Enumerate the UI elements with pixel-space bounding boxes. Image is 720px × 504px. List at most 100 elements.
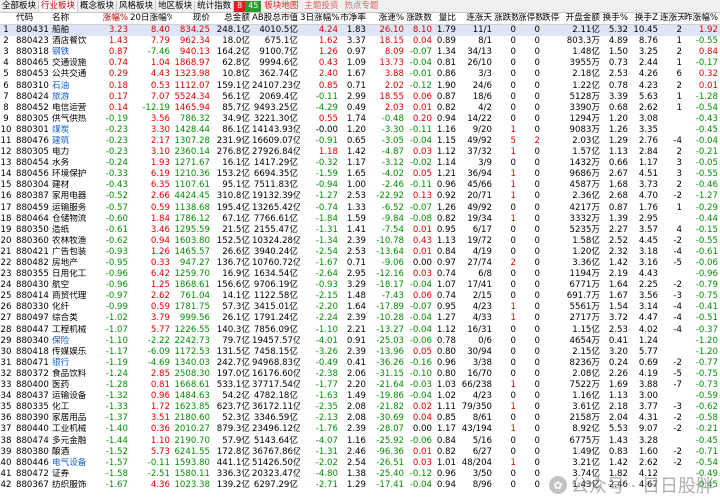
link-sector-map[interactable]: 板块地图 xyxy=(261,1,301,12)
table-cell: 1 xyxy=(510,380,516,391)
column-header[interactable]: 涨跌数 xyxy=(406,13,434,25)
column-header[interactable]: 换手Z xyxy=(630,13,660,25)
table-cell: 36/94 xyxy=(467,169,492,180)
table-row[interactable]: 31 880471 银行 -1.19 -4.69 1340.03 242.7亿 94968.8… xyxy=(0,358,720,369)
table-row[interactable]: 21 880421 广告包装 -0.93 1.26 1465.57 26.6亿 3940.24… xyxy=(0,247,720,258)
column-header[interactable]: 涨速% xyxy=(368,13,406,25)
table-cell: 0.84 xyxy=(698,47,718,58)
column-header[interactable]: 涨跌数 xyxy=(494,13,518,25)
table-row[interactable]: 5 880453 公共交通 0.29 4.43 1323.98 10.8亿 362.74亿 2.… xyxy=(0,69,720,80)
wechat-icon: ✿ xyxy=(548,476,567,494)
table-cell: 1.02 xyxy=(436,391,456,402)
table-cell: 日用化工 xyxy=(52,269,87,280)
table-cell: 62.8亿 xyxy=(222,58,250,69)
table-cell: 交通设施 xyxy=(52,58,87,69)
tab-style-sectors[interactable]: 风格板块 xyxy=(117,0,157,12)
table-row[interactable]: 35 880335 化工 -1.33 1.72 1623.85 623.7亿 36172.11… xyxy=(0,402,720,413)
column-header[interactable]: AB股总市值 xyxy=(252,13,300,25)
table-cell: -0.04 xyxy=(409,58,432,69)
table-cell xyxy=(542,280,560,291)
table-cell: -12.19 xyxy=(142,102,170,113)
table-row[interactable]: 12 880305 电力 -0.23 3.10 2360.14 276.8亿 27926.84… xyxy=(0,147,720,158)
table-row[interactable]: 6 880310 石油 0.18 0.53 1112.07 159.1亿 24107.23亿 0… xyxy=(0,80,720,91)
link-theme-invest[interactable]: 主题投资 xyxy=(301,1,341,12)
table-cell: 1.12 xyxy=(436,324,456,335)
table-row[interactable]: 18 880464 仓储物流 -0.60 1.84 1786.12 67.1亿 7766.61… xyxy=(0,214,720,225)
table-cell: 3.61亿 xyxy=(572,402,600,413)
table-cell: -0.11 xyxy=(147,457,170,468)
table-row[interactable]: 4 880465 交通设施 0.74 1.04 1868.97 62.8亿 9994.6亿 0.… xyxy=(0,58,720,69)
table-row[interactable]: 40 880446 电气设备 -1.57 -0.11 1593.80 441.1亿 51426… xyxy=(0,458,720,469)
table-row[interactable]: 7 880424 旅游 0.17 7.07 5524.34 56.1亿 2069.4亿 -0.1… xyxy=(0,92,720,103)
table-row[interactable]: 2 880423 酒店餐饮 1.43 7.79 962.34 18.0亿 675.1亿 1.62… xyxy=(0,36,720,47)
table-row[interactable]: 38 880474 多元金融 -1.44 1.10 2190.70 57.9亿 5143.64… xyxy=(0,435,720,446)
table-row[interactable]: 3 880318 钢铁 0.87 -7.46 940.13 164.2亿 9100.7亿 1.2… xyxy=(0,47,720,58)
column-header[interactable]: 3日涨幅% xyxy=(300,13,340,25)
column-header[interactable]: 开盘金额 xyxy=(560,13,602,25)
table-row[interactable]: 29 880340 保险 -1.10 -2.22 2242.73 79.7亿 19457.57… xyxy=(0,336,720,347)
column-header[interactable]: 换手% xyxy=(602,13,630,25)
tab-all-sectors[interactable]: 全部板块 xyxy=(0,0,40,12)
table-cell: 1 xyxy=(676,58,682,69)
column-header[interactable]: 市净率 xyxy=(340,13,368,25)
tab-industry-sectors[interactable]: 行业板块 xyxy=(39,0,79,12)
column-header[interactable]: 代码 xyxy=(12,13,50,25)
table-row[interactable]: 20 880360 农林牧渔 -0.62 0.94 1603.80 152.5亿 10324.… xyxy=(0,236,720,247)
table-row[interactable]: 19 880350 造纸 -0.61 3.46 1295.59 21.5亿 2155.47亿 -… xyxy=(0,225,720,236)
column-header[interactable]: 连涨天 xyxy=(660,13,684,25)
table-cell: 0.81 xyxy=(436,58,456,69)
tab-region-sectors[interactable]: 地区板块 xyxy=(156,0,196,12)
table-row[interactable]: 17 880459 运输服务 -0.57 0.59 1138.68 195.4亿 13265.… xyxy=(0,203,720,214)
column-header[interactable]: 总金额 xyxy=(212,13,252,25)
column-header[interactable]: 连涨天 xyxy=(458,13,494,25)
column-header[interactable]: 跌停数 xyxy=(542,13,560,25)
column-header[interactable]: 20日涨幅% xyxy=(130,13,172,25)
table-cell: -0.00 xyxy=(315,124,338,135)
table-row[interactable]: 13 880454 水务 -0.24 1.93 1271.67 16.1亿 1417.29亿 -… xyxy=(0,158,720,169)
table-row[interactable]: 14 880456 环境保护 -0.33 6.19 1210.36 153.2亿 6694.3… xyxy=(0,169,720,180)
link-hot-topics[interactable]: 热点专题 xyxy=(341,1,381,12)
table-row[interactable]: 10 880301 煤炭 -0.23 3.30 1428.44 86.1亿 14143.93亿… xyxy=(0,125,720,136)
table-row[interactable]: 8 880452 电信运营 0.14 -12.19 1465.94 85.7亿 9493.25… xyxy=(0,103,720,114)
table-row[interactable]: 24 880430 航空 -0.96 1.25 1868.61 156.6亿 9706.19亿… xyxy=(0,280,720,291)
table-row[interactable]: 34 880437 运输设备 -1.32 0.96 1484.63 54.2亿 4782.18… xyxy=(0,391,720,402)
column-header[interactable]: 名称 xyxy=(50,13,94,25)
table-row[interactable]: 11 880476 建筑 -0.23 2.17 1307.28 231.9亿 16609.07… xyxy=(0,136,720,147)
table-cell: 0 xyxy=(510,69,516,80)
table-cell: 0 xyxy=(510,36,516,47)
table-row[interactable]: 33 880400 医药 -1.28 0.81 1668.61 533.1亿 37717.54… xyxy=(0,380,720,391)
table-row[interactable]: 22 880482 房地产 -0.95 0.33 947.27 136.7亿 10760.72… xyxy=(0,258,720,269)
table-row[interactable]: 16 880387 家用电器 -0.52 2.66 4424.45 310.8亿 19132.… xyxy=(0,191,720,202)
table-row[interactable]: 25 880414 商贸代理 -0.97 2.62 761.04 14.1亿 1122.58亿… xyxy=(0,291,720,302)
column-header[interactable]: 昨涨幅% xyxy=(684,13,720,25)
table-cell: -0.55 xyxy=(695,169,718,180)
table-cell: 3.72 xyxy=(608,313,628,324)
table-cell: 2.53 xyxy=(346,246,366,257)
table-cell: 1.11 xyxy=(436,402,456,413)
table-row[interactable]: 26 880330 化纤 -0.99 0.59 1781.75 57.3亿 3415.01亿 -… xyxy=(0,302,720,313)
table-row[interactable]: 32 880372 食品饮料 -1.24 2.85 2508.30 197.0亿 16176.… xyxy=(0,369,720,380)
table-cell: 0.69 xyxy=(638,357,658,368)
row-index: 31 xyxy=(0,357,12,368)
table-row[interactable]: 27 880497 综合类 -1.02 3.79 999.56 26.1亿 1791.24亿 -… xyxy=(0,313,720,324)
table-row[interactable]: 1 880431 船舶 3.23 8.40 834.25 248.1亿 4010.5亿 4.24… xyxy=(0,24,720,37)
table-row[interactable]: 36 880390 家居用品 -1.37 3.51 2180.60 52.3亿 3346.59… xyxy=(0,413,720,424)
tab-stat-index[interactable]: 统计指数 xyxy=(195,0,235,12)
table-row[interactable]: 37 880440 工业机械 -1.40 0.36 2010.27 879.3亿 23496.… xyxy=(0,424,720,435)
column-header[interactable]: 量比 xyxy=(434,13,458,25)
table-cell: -0.95 xyxy=(105,258,128,269)
table-cell: -0.04 xyxy=(409,391,432,402)
table-row[interactable]: 9 880305 供气供热 -0.19 3.56 786.32 34.9亿 3221.30亿 0… xyxy=(0,114,720,125)
table-row[interactable]: 23 880355 日用化工 -0.96 6.42 1259.70 16.9亿 1634.54… xyxy=(0,269,720,280)
table-cell: 16176.60亿 xyxy=(252,368,300,379)
column-header[interactable]: 涨停数 xyxy=(518,13,542,25)
tab-concept-sectors[interactable]: 概念板块 xyxy=(78,0,118,12)
table-row[interactable]: 30 880418 传媒娱乐 -1.17 -6.09 1172.53 131.5亿 7458.… xyxy=(0,347,720,358)
column-header[interactable]: 涨幅% xyxy=(94,13,130,25)
table-cell: 0 xyxy=(510,202,516,213)
column-header[interactable]: 现价 xyxy=(172,13,212,25)
table-cell: 4.23 xyxy=(638,80,658,91)
table-row[interactable]: 15 880304 建材 -0.43 6.35 1107.61 95.1亿 7511.83亿 -… xyxy=(0,180,720,191)
table-row[interactable]: 28 880447 工程机械 -1.07 5.77 1226.55 140.3亿 7856.0… xyxy=(0,325,720,336)
table-row[interactable]: 39 880380 酿酒 -1.52 5.73 6241.55 172.8亿 36767.86… xyxy=(0,447,720,458)
